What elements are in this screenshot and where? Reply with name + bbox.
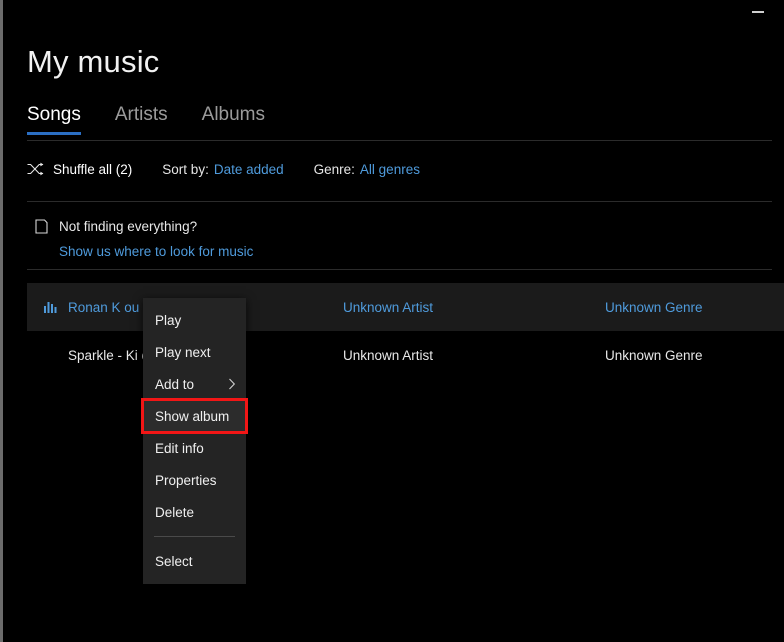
menu-item-label: Select (155, 554, 193, 569)
shuffle-all-label: Shuffle all (2) (53, 162, 132, 177)
folder-icon (35, 219, 48, 234)
song-equalizer-cell (44, 301, 68, 313)
chevron-right-icon (228, 378, 236, 390)
tabs-divider (27, 140, 772, 141)
tab-albums-label: Albums (202, 104, 265, 125)
music-app-window: My music Songs Artists Albums Shuffle al… (0, 0, 784, 642)
menu-item-label: Delete (155, 505, 194, 520)
filter-bar: Shuffle all (2) Sort by: Date added Genr… (27, 158, 450, 180)
genre-label: Genre: (314, 162, 355, 177)
minimize-button[interactable] (738, 0, 778, 24)
tab-songs-label: Songs (27, 104, 81, 125)
song-artist: Unknown Artist (343, 348, 605, 363)
tab-bar: Songs Artists Albums (27, 104, 299, 136)
not-finding-divider (27, 269, 772, 270)
menu-item-show-album[interactable]: Show album (143, 400, 246, 432)
genre-group: Genre: All genres (314, 162, 420, 177)
context-menu: Play Play next Add to Show album Edit in… (143, 298, 246, 584)
menu-item-play[interactable]: Play (143, 304, 246, 336)
tab-active-indicator (27, 132, 81, 135)
table-row[interactable]: Sparkle - Ki cs (WishLyri Unknown Artist… (27, 331, 784, 379)
menu-item-label: Edit info (155, 441, 204, 456)
menu-item-label: Add to (155, 377, 194, 392)
shuffle-all-button[interactable]: Shuffle all (2) (27, 162, 132, 177)
menu-item-add-to[interactable]: Add to (143, 368, 246, 400)
tab-albums[interactable]: Albums (202, 104, 265, 135)
song-artist: Unknown Artist (343, 300, 605, 315)
menu-item-properties[interactable]: Properties (143, 464, 246, 496)
not-finding-everything-label: Not finding everything? (59, 219, 197, 234)
genre-value[interactable]: All genres (360, 162, 420, 177)
table-row[interactable]: Ronan K ou Say Noth Unknown Artist Unkno… (27, 283, 784, 331)
menu-item-label: Show album (155, 409, 229, 424)
menu-item-edit-info[interactable]: Edit info (143, 432, 246, 464)
sort-by-label: Sort by: (162, 162, 209, 177)
sort-by-value[interactable]: Date added (214, 162, 284, 177)
filter-divider (27, 201, 772, 202)
menu-item-label: Properties (155, 473, 217, 488)
menu-item-label: Play next (155, 345, 211, 360)
not-finding-everything-row: Not finding everything? (35, 216, 455, 236)
tab-artists[interactable]: Artists (115, 104, 168, 135)
menu-item-play-next[interactable]: Play next (143, 336, 246, 368)
song-genre: Unknown Genre (605, 300, 703, 315)
song-genre: Unknown Genre (605, 348, 703, 363)
menu-item-delete[interactable]: Delete (143, 496, 246, 528)
shuffle-icon (27, 162, 44, 176)
title-bar (3, 0, 784, 26)
not-finding-everything-section: Not finding everything? Show us where to… (35, 216, 455, 259)
menu-item-select[interactable]: Select (143, 545, 246, 577)
minimize-icon (752, 11, 764, 13)
page-title: My music (27, 42, 160, 82)
sort-by-group: Sort by: Date added (162, 162, 283, 177)
song-list: Ronan K ou Say Noth Unknown Artist Unkno… (27, 283, 784, 379)
equalizer-icon (44, 301, 58, 313)
menu-separator (154, 536, 235, 537)
menu-item-label: Play (155, 313, 181, 328)
tab-songs[interactable]: Songs (27, 104, 81, 135)
tab-artists-label: Artists (115, 104, 168, 125)
show-us-where-to-look-link[interactable]: Show us where to look for music (59, 244, 455, 259)
